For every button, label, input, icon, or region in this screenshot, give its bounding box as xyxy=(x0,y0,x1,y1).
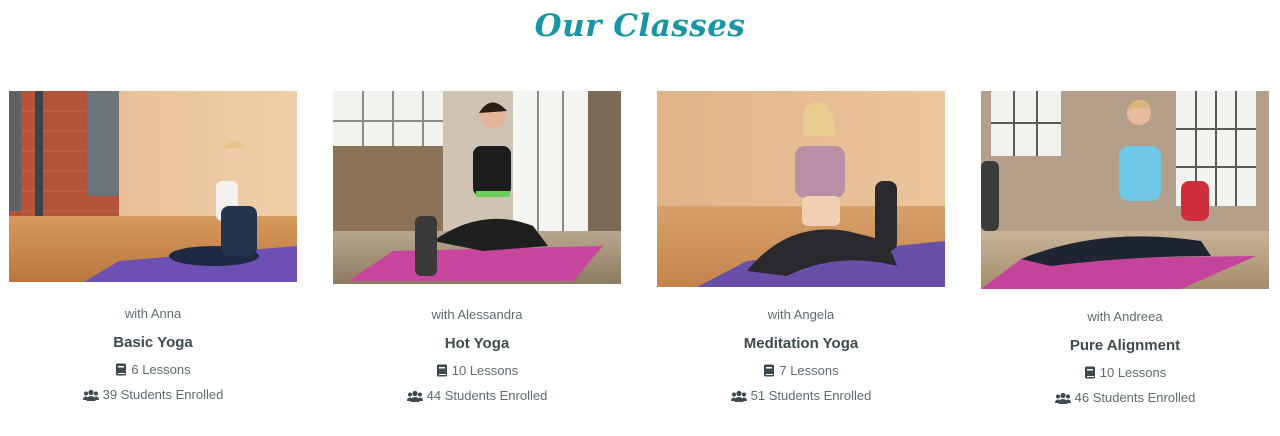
class-title[interactable]: Hot Yoga xyxy=(333,335,621,352)
users-icon xyxy=(730,390,747,402)
students-label: 44 Students Enrolled xyxy=(426,388,548,403)
lessons-count: 6 Lessons xyxy=(9,362,297,377)
lessons-label: 10 Lessons xyxy=(1099,365,1167,380)
lessons-label: 10 Lessons xyxy=(451,363,519,378)
section-title: Our Classes xyxy=(534,8,746,44)
class-title[interactable]: Basic Yoga xyxy=(9,334,297,351)
book-icon xyxy=(436,364,448,377)
class-card: with Anna Basic Yoga 6 Lessons 39 Studen… xyxy=(9,91,297,402)
book-icon xyxy=(1084,366,1096,379)
class-photo[interactable] xyxy=(981,91,1269,289)
students-label: 51 Students Enrolled xyxy=(750,388,872,403)
students-label: 46 Students Enrolled xyxy=(1074,390,1196,405)
lessons-label: 7 Lessons xyxy=(779,363,839,378)
classes-section: Our Classes with Anna Basic Yoga 6 Lesso… xyxy=(0,0,1280,436)
book-icon xyxy=(115,363,127,376)
lessons-count: 10 Lessons xyxy=(333,363,621,378)
students-count: 44 Students Enrolled xyxy=(333,388,621,403)
students-count: 46 Students Enrolled xyxy=(981,390,1269,405)
class-card: with Alessandra Hot Yoga 10 Lessons 44 S… xyxy=(333,91,621,403)
instructor-name: with Alessandra xyxy=(431,307,523,322)
class-card: with Andreea Pure Alignment 10 Lessons 4… xyxy=(981,91,1269,405)
users-icon xyxy=(1054,392,1071,404)
class-photo[interactable] xyxy=(9,91,297,282)
class-title[interactable]: Pure Alignment xyxy=(981,337,1269,354)
class-photo[interactable] xyxy=(657,91,945,287)
students-label: 39 Students Enrolled xyxy=(102,387,224,402)
lessons-label: 6 Lessons xyxy=(131,362,191,377)
lessons-count: 10 Lessons xyxy=(981,365,1269,380)
instructor-name: with Andreea xyxy=(1087,309,1163,324)
users-icon xyxy=(406,390,423,402)
students-count: 39 Students Enrolled xyxy=(9,387,297,402)
class-photo[interactable] xyxy=(333,91,621,284)
book-icon xyxy=(763,364,775,377)
instructor-name: with Angela xyxy=(767,307,835,322)
users-icon xyxy=(82,389,99,401)
lessons-count: 7 Lessons xyxy=(657,363,945,378)
students-count: 51 Students Enrolled xyxy=(657,388,945,403)
instructor-name: with Anna xyxy=(124,306,182,321)
class-card: with Angela Meditation Yoga 7 Lessons 51… xyxy=(657,91,945,403)
class-title[interactable]: Meditation Yoga xyxy=(657,335,945,352)
